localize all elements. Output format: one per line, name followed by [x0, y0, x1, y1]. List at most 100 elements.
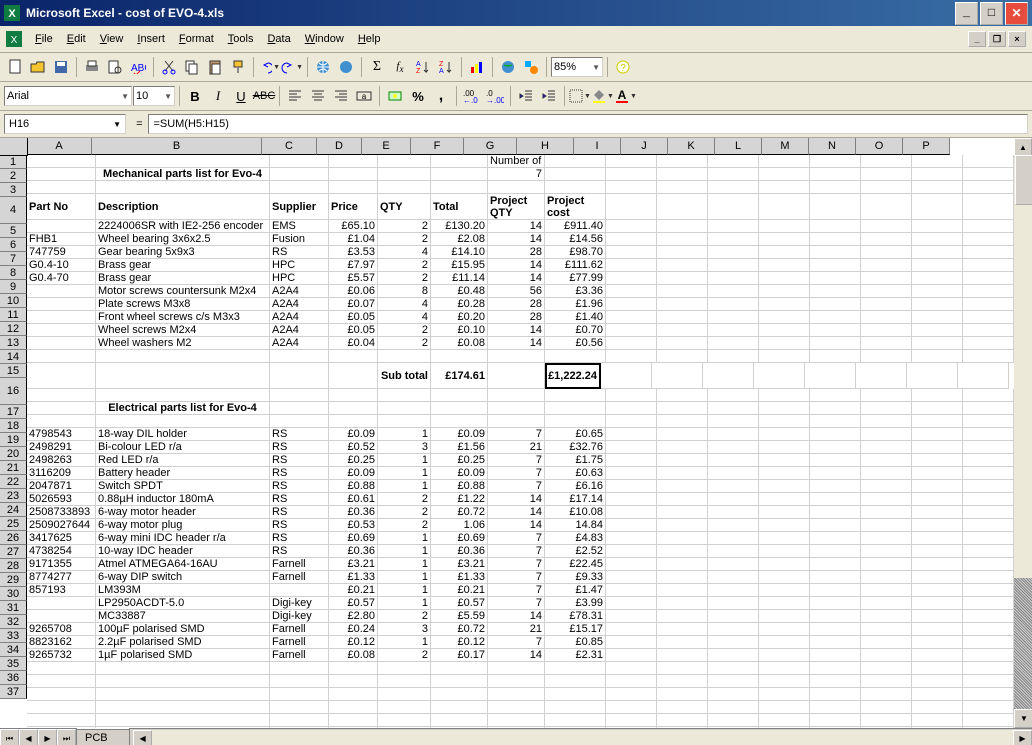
cell-P12[interactable] [963, 311, 1014, 324]
cell-L27[interactable] [759, 519, 810, 532]
cell-M15[interactable] [810, 350, 861, 363]
cell-M30[interactable] [810, 558, 861, 571]
cell-C14[interactable]: A2A4 [270, 337, 329, 350]
cell-A21[interactable]: 2498291 [27, 441, 96, 454]
web-toolbar-button[interactable] [335, 56, 357, 78]
cell-H10[interactable]: £3.36 [545, 285, 606, 298]
cell-A20[interactable]: 4798543 [27, 428, 96, 441]
cell-O4[interactable] [912, 194, 963, 220]
cell-E6[interactable]: 2 [378, 233, 431, 246]
paste-button[interactable] [204, 56, 226, 78]
cell-L7[interactable] [759, 246, 810, 259]
cell-E33[interactable]: 1 [378, 597, 431, 610]
cell-D13[interactable]: £0.05 [329, 324, 378, 337]
cell-P26[interactable] [963, 506, 1014, 519]
currency-button[interactable] [384, 85, 406, 107]
cell-M34[interactable] [810, 610, 861, 623]
cell-J13[interactable] [657, 324, 708, 337]
cell-J24[interactable] [657, 480, 708, 493]
row-header-8[interactable]: 8 [0, 266, 27, 280]
cell-D9[interactable]: £5.57 [329, 272, 378, 285]
cell-F13[interactable]: £0.10 [431, 324, 488, 337]
cell-E34[interactable]: 2 [378, 610, 431, 623]
cell-B24[interactable]: Switch SPDT [96, 480, 270, 493]
cell-K3[interactable] [708, 181, 759, 194]
cell-M28[interactable] [810, 532, 861, 545]
cell-K26[interactable] [708, 506, 759, 519]
cell-P1[interactable] [963, 155, 1014, 168]
row-header-17[interactable]: 17 [0, 405, 27, 419]
cell-H2[interactable] [545, 168, 606, 181]
cell-E31[interactable]: 1 [378, 571, 431, 584]
cell-E24[interactable]: 1 [378, 480, 431, 493]
cell-B29[interactable]: 10-way IDC header [96, 545, 270, 558]
cell-P2[interactable] [963, 168, 1014, 181]
tab-nav-prev[interactable]: ◀ [19, 729, 38, 745]
cell-F3[interactable] [431, 181, 488, 194]
cell-E5[interactable]: 2 [378, 220, 431, 233]
cell-D10[interactable]: £0.06 [329, 285, 378, 298]
copy-button[interactable] [181, 56, 203, 78]
cell-B34[interactable]: MC33887 [96, 610, 270, 623]
cell-B17[interactable] [96, 389, 270, 402]
cell-O3[interactable] [912, 181, 963, 194]
cell-J3[interactable] [657, 181, 708, 194]
cell-A37[interactable]: 9265732 [27, 649, 96, 662]
cell-I31[interactable] [606, 571, 657, 584]
cell-I12[interactable] [606, 311, 657, 324]
cell-E8[interactable]: 2 [378, 259, 431, 272]
cell-E19[interactable] [378, 415, 431, 428]
cell-D11[interactable]: £0.07 [329, 298, 378, 311]
cell-L35[interactable] [759, 623, 810, 636]
cell-H29[interactable]: £2.52 [545, 545, 606, 558]
cell-D34[interactable]: £2.80 [329, 610, 378, 623]
cell-I6[interactable] [606, 233, 657, 246]
mdi-close-button[interactable]: × [1008, 31, 1026, 47]
cell-E30[interactable]: 1 [378, 558, 431, 571]
cell-M2[interactable] [810, 168, 861, 181]
cell-H16[interactable]: £1,222.24 [545, 363, 601, 389]
cell-H9[interactable]: £77.99 [545, 272, 606, 285]
col-header-A[interactable]: A [27, 138, 92, 155]
cell-I30[interactable] [606, 558, 657, 571]
cell-M24[interactable] [810, 480, 861, 493]
cell-L31[interactable] [759, 571, 810, 584]
cell-F7[interactable]: £14.10 [431, 246, 488, 259]
cell-B23[interactable]: Battery header [96, 467, 270, 480]
cell-P5[interactable] [963, 220, 1014, 233]
cell-G29[interactable]: 7 [488, 545, 545, 558]
cell-K13[interactable] [708, 324, 759, 337]
col-header-E[interactable]: E [362, 138, 411, 155]
cell-A14[interactable] [27, 337, 96, 350]
col-header-B[interactable]: B [92, 138, 262, 155]
cell-J23[interactable] [657, 467, 708, 480]
cell-L21[interactable] [759, 441, 810, 454]
cell-B11[interactable]: Plate screws M3x8 [96, 298, 270, 311]
cell-I15[interactable] [606, 350, 657, 363]
cell-M17[interactable] [810, 389, 861, 402]
cell-L29[interactable] [759, 545, 810, 558]
cell-D18[interactable] [329, 402, 378, 415]
cell-D23[interactable]: £0.09 [329, 467, 378, 480]
row-header-1[interactable]: 1 [0, 155, 27, 169]
cell-L22[interactable] [759, 454, 810, 467]
cell-N25[interactable] [861, 493, 912, 506]
cell-G6[interactable]: 14 [488, 233, 545, 246]
cell-G5[interactable]: 14 [488, 220, 545, 233]
cell-C23[interactable]: RS [270, 467, 329, 480]
cell-A34[interactable] [27, 610, 96, 623]
cell-F36[interactable]: £0.12 [431, 636, 488, 649]
cell-O27[interactable] [912, 519, 963, 532]
cell-N35[interactable] [861, 623, 912, 636]
cell-L16[interactable] [754, 363, 805, 389]
cell-E25[interactable]: 2 [378, 493, 431, 506]
cell-A30[interactable]: 9171355 [27, 558, 96, 571]
cell-G4[interactable]: Project QTY [488, 194, 545, 220]
cell-F26[interactable]: £0.72 [431, 506, 488, 519]
cell-H3[interactable] [545, 181, 606, 194]
cell-C22[interactable]: RS [270, 454, 329, 467]
cell-H37[interactable]: £2.31 [545, 649, 606, 662]
cell-G24[interactable]: 7 [488, 480, 545, 493]
cell-E22[interactable]: 1 [378, 454, 431, 467]
chart-wizard-button[interactable] [466, 56, 488, 78]
